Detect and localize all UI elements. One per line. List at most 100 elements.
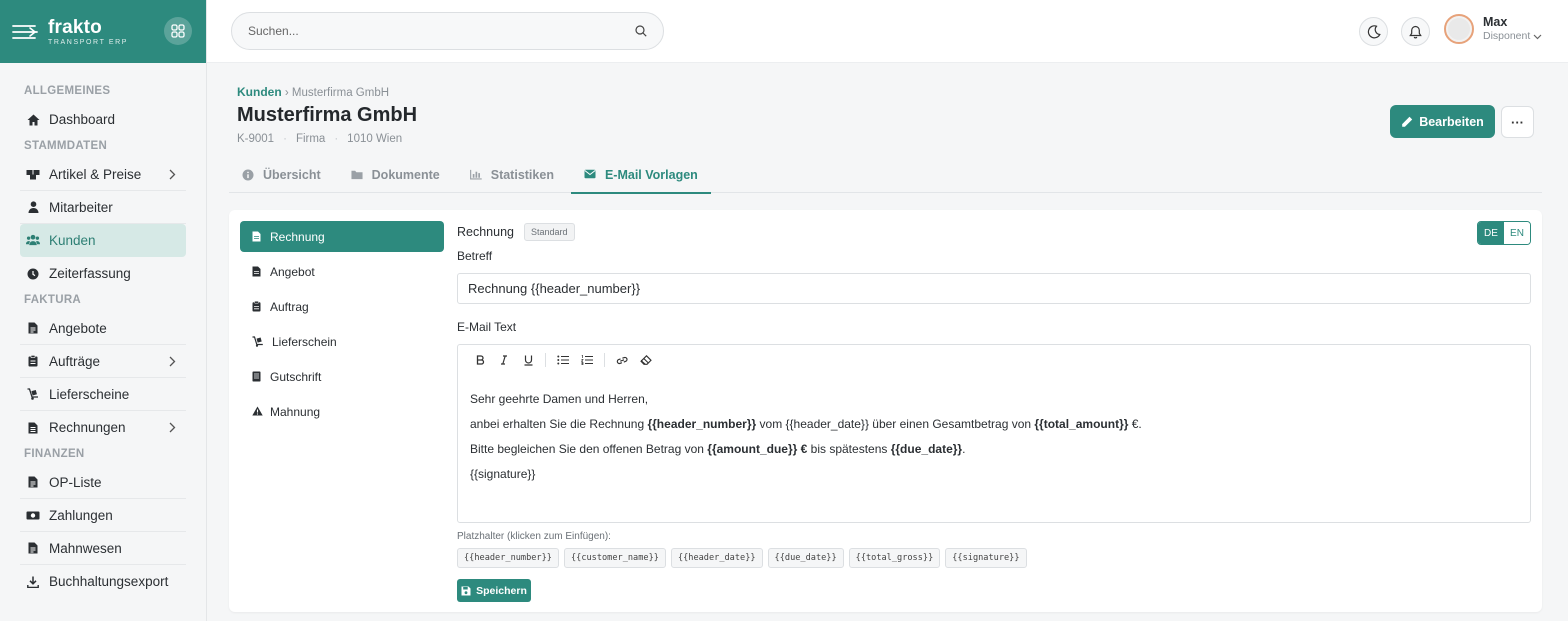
file-icon [26, 475, 40, 489]
sidebar-item-label: Artikel & Preise [49, 166, 142, 182]
template-item-label: Rechnung [270, 229, 325, 244]
placeholder-chip-header-date[interactable]: {{header_date}} [670, 548, 763, 568]
info-icon [242, 169, 254, 181]
user-info: Max Disponent [1483, 15, 1542, 43]
language-en-button[interactable]: EN [1504, 222, 1530, 244]
template-item-angebot[interactable]: Angebot [240, 256, 444, 287]
editor-template-name: Rechnung [457, 225, 514, 239]
sidebar-item-rechnungen[interactable]: Rechnungen [20, 411, 186, 444]
sidebar-item-lieferscheine[interactable]: Lieferscheine [20, 378, 186, 411]
sidebar-item-label: Mahnwesen [49, 540, 122, 556]
tab-uebersicht[interactable]: Übersicht [229, 157, 334, 193]
bold-icon [476, 355, 484, 365]
sidebar-item-label: OP-Liste [49, 474, 102, 490]
sidebar-item-zahlungen[interactable]: Zahlungen [20, 499, 186, 532]
file-icon [252, 231, 263, 242]
link-button[interactable] [610, 349, 634, 371]
user-role: Disponent [1483, 30, 1542, 43]
body-text: vom {{header_date}} über einen Gesamtbet… [756, 417, 1035, 431]
language-switch: DE EN [1477, 221, 1531, 245]
search-box[interactable] [231, 12, 664, 50]
language-de-button[interactable]: DE [1478, 222, 1504, 244]
breadcrumb: Kunden › Musterfirma GmbH [237, 85, 389, 99]
tab-dokumente[interactable]: Dokumente [338, 157, 453, 193]
template-item-rechnung[interactable]: Rechnung [240, 221, 444, 252]
sidebar-item-auftraege[interactable]: Aufträge [20, 345, 186, 378]
tab-label: Dokumente [371, 168, 440, 182]
tab-label: E-Mail Vorlagen [604, 168, 698, 182]
toolbar-separator [545, 353, 546, 367]
bold-button[interactable] [468, 349, 492, 371]
body-label: E-Mail Text [457, 320, 517, 334]
subject-input[interactable]: Rechnung {{header_number}} [457, 273, 1531, 304]
sidebar-item-label: Mitarbeiter [49, 199, 113, 215]
template-editor: Rechnung Standard DE EN Betreff Rechnung… [457, 221, 1531, 602]
sidebar-item-buchhaltungsexport[interactable]: Buchhaltungsexport [20, 565, 186, 598]
sidebar-item-label: Dashboard [49, 112, 116, 127]
file-icon [26, 541, 40, 555]
sidebar-item-artikel-preise[interactable]: Artikel & Preise [20, 158, 186, 191]
body-text: . [962, 442, 966, 456]
italic-icon [501, 355, 507, 365]
customer-number: K-9001 [237, 133, 275, 145]
file-icon [26, 321, 40, 335]
placeholder-chip-signature[interactable]: {{signature}} [945, 548, 1027, 568]
floppy-icon [461, 586, 471, 595]
sidebar-item-label: Aufträge [49, 353, 101, 369]
sidebar-item-label: Zahlungen [49, 507, 113, 523]
email-body-content[interactable]: Sehr geehrte Damen und Herren, anbei erh… [458, 375, 1530, 499]
tab-statistiken[interactable]: Statistiken [457, 157, 567, 193]
sidebar-item-kunden[interactable]: Kunden [20, 224, 186, 257]
tab-email-vorlagen[interactable]: E-Mail Vorlagen [570, 157, 711, 194]
breadcrumb-current: Musterfirma GmbH [291, 87, 390, 99]
sidebar-item-op-liste[interactable]: OP-Liste [20, 466, 186, 499]
template-item-gutschrift[interactable]: Gutschrift [240, 361, 444, 392]
users-icon [26, 233, 40, 247]
search-input[interactable] [248, 24, 635, 38]
body-line-payment: Bitte begleichen Sie den offenen Betrag … [470, 437, 1518, 462]
sidebar-item-zeiterfassung[interactable]: Zeiterfassung [20, 257, 186, 290]
edit-button[interactable]: Bearbeiten [1390, 105, 1495, 138]
placeholder-chip-total-gross[interactable]: {{total_gross}} [848, 548, 941, 568]
notifications-button[interactable] [1401, 17, 1430, 46]
bullet-list-button[interactable] [551, 349, 575, 371]
sidebar-item-angebote[interactable]: Angebote [20, 312, 186, 345]
money-icon [26, 508, 40, 522]
underline-button[interactable] [516, 349, 540, 371]
placeholder-chip-customer-name[interactable]: {{customer_name}} [563, 548, 666, 568]
boxes-icon [26, 167, 40, 181]
folder-icon [351, 169, 363, 181]
sidebar-item-dashboard[interactable]: Dashboard [20, 103, 186, 136]
email-templates-card: Rechnung Angebot Auftrag Lieferschein Gu… [229, 210, 1542, 612]
italic-button[interactable] [492, 349, 516, 371]
dolly-icon [26, 387, 40, 401]
brand-logo[interactable]: frakto TRANSPORT ERP [48, 18, 128, 46]
template-item-mahnung[interactable]: Mahnung [240, 396, 444, 427]
template-item-lieferschein[interactable]: Lieferschein [240, 326, 444, 357]
save-button[interactable]: Speichern [457, 579, 531, 602]
brand-bar: frakto TRANSPORT ERP [0, 0, 206, 63]
search-icon[interactable] [635, 25, 647, 37]
chevron-down-icon [1533, 34, 1542, 39]
apps-button[interactable] [164, 17, 192, 45]
sidebar-item-mahnwesen[interactable]: Mahnwesen [20, 532, 186, 565]
breadcrumb-parent[interactable]: Kunden [237, 85, 282, 99]
user-name: Max [1483, 15, 1508, 30]
edit-button-label: Bearbeiten [1419, 114, 1484, 129]
numbered-list-button[interactable] [575, 349, 599, 371]
menu-icon[interactable] [12, 23, 38, 41]
avatar[interactable] [1444, 14, 1474, 44]
envelope-icon [584, 169, 596, 181]
placeholder-chips: {{header_number}} {{customer_name}} {{he… [457, 548, 1531, 568]
body-text: bis spätestens [807, 442, 891, 456]
underline-icon [524, 355, 532, 366]
placeholder-chip-header-number[interactable]: {{header_number}} [457, 548, 559, 568]
more-options-button[interactable]: ··· [1501, 106, 1534, 138]
theme-toggle-button[interactable] [1359, 17, 1388, 46]
user-menu[interactable]: Max Disponent [1444, 14, 1542, 44]
page-title: Musterfirma GmbH [237, 104, 418, 126]
placeholder-chip-due-date[interactable]: {{due_date}} [767, 548, 844, 568]
clear-format-button[interactable] [634, 349, 658, 371]
sidebar-item-mitarbeiter[interactable]: Mitarbeiter [20, 191, 186, 224]
template-item-auftrag[interactable]: Auftrag [240, 291, 444, 322]
